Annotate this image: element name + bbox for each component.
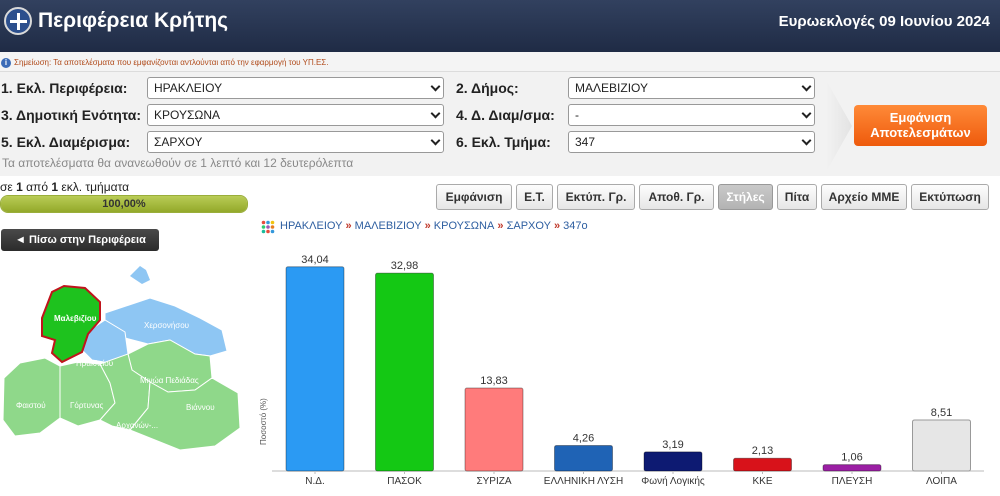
note-text: Σημείωση: Τα αποτελέσματα που εμφανίζοντ… — [14, 58, 329, 67]
category-label: ΛΟΙΠΑ — [926, 476, 957, 487]
greek-cross-emblem-icon — [4, 7, 32, 35]
view-button-6[interactable]: Πίτα — [777, 184, 817, 210]
map-label-heraklion: Ηρακλείου — [76, 359, 113, 368]
view-button-8[interactable]: Εκτύπωση — [911, 184, 989, 210]
category-label: ΕΛΛΗΝΙΚΗ ΛΥΣΗ — [544, 476, 623, 487]
chevron-down-icon — [801, 108, 812, 119]
progress-middle: από — [22, 180, 52, 194]
map-label-minoa: Μινώα Πεδιάδας — [140, 376, 199, 385]
progress-bar: 100,00% — [0, 195, 248, 213]
bar-2[interactable] — [375, 272, 434, 472]
municipality-select[interactable]: ΜΑΛΕΒΙΖΙΟΥ — [568, 77, 815, 99]
region-label: 1. Εκλ. Περιφέρεια: — [1, 80, 128, 96]
station-label: 6. Εκλ. Τμήμα: — [456, 134, 551, 150]
dots-grid-icon — [261, 220, 275, 234]
filter-panel: 1. Εκλ. Περιφέρεια: ΗΡΑΚΛΕΙΟΥ 2. Δήμος: … — [0, 72, 1000, 176]
progress-label: σε 1 από 1 εκλ. τμήματα — [0, 180, 129, 194]
breadcrumb-item[interactable]: ΗΡΑΚΛΕΙΟΥ — [280, 220, 342, 232]
breadcrumb-item[interactable]: 347ο — [563, 220, 587, 232]
district-label: 4. Δ. Διαμ/σμα: — [456, 107, 555, 123]
view-button-5[interactable]: Στήλες — [718, 184, 773, 210]
show-results-button[interactable]: Εμφάνιση Αποτελεσμάτων — [854, 105, 987, 146]
category-label: ΣΥΡΙΖΑ — [476, 476, 511, 487]
bar-6[interactable] — [733, 457, 792, 472]
view-button-4[interactable]: Αποθ. Γρ. — [639, 184, 714, 210]
map-label-viannos: Βιάννου — [186, 403, 215, 412]
progress-suffix: εκλ. τμήματα — [58, 180, 130, 194]
page-header: Περιφέρεια Κρήτης Ευρωεκλογές 09 Ιουνίου… — [0, 0, 1000, 52]
map-label-phaistos: Φαιστού — [16, 401, 46, 410]
refresh-countdown: Τα αποτελέσματα θα ανανεωθούν σε 1 λεπτό… — [2, 156, 354, 170]
chevron-down-icon — [801, 81, 812, 92]
map-label-gortyna: Γόρτυνας — [70, 401, 103, 410]
section-label: 5. Εκλ. Διαμέρισμα: — [1, 134, 131, 150]
bar-8[interactable] — [912, 419, 971, 472]
bar-7[interactable] — [822, 464, 882, 472]
municipality-select-value: ΜΑΛΕΒΙΖΙΟΥ — [575, 81, 648, 95]
view-button-2[interactable]: Ε.Τ. — [516, 184, 553, 210]
region-select[interactable]: ΗΡΑΚΛΕΙΟΥ — [147, 77, 444, 99]
breadcrumb-separator: » — [421, 220, 434, 232]
region-map: Μαλεβιζίου Χερσονήσου Ηρακλείου Μινώα Πε… — [2, 266, 241, 451]
progress-count: 1 — [16, 180, 23, 194]
station-select[interactable]: 347 — [568, 131, 815, 153]
bar-value-label: 1,06 — [841, 452, 862, 464]
breadcrumb-separator: » — [494, 220, 507, 232]
bar-4[interactable] — [554, 444, 613, 472]
chevron-down-icon — [430, 81, 441, 92]
map-label-archanes: Αρχανών-... — [116, 421, 158, 430]
progress-prefix: σε — [0, 180, 17, 194]
breadcrumb-separator: » — [342, 220, 355, 232]
bar-value-label: 4,26 — [573, 432, 594, 444]
district-select-value: - — [575, 108, 579, 122]
note-bar: i Σημείωση: Τα αποτελέσματα που εμφανίζο… — [0, 52, 1000, 72]
progress-percent: 100,00% — [102, 198, 146, 210]
view-button-3[interactable]: Εκτύπ. Γρ. — [557, 184, 635, 210]
district-select[interactable]: - — [568, 104, 815, 126]
bar-value-label: 13,83 — [480, 375, 508, 387]
category-label: ΚΚΕ — [752, 476, 772, 487]
breadcrumb-item[interactable]: ΣΑΡΧΟΥ — [507, 220, 551, 232]
section-select-value: ΣΑΡΧΟΥ — [154, 135, 203, 149]
election-title: Ευρωεκλογές 09 Ιουνίου 2024 — [778, 13, 990, 30]
bar-5[interactable] — [643, 451, 703, 472]
bar-1[interactable] — [285, 266, 345, 472]
bar-value-label: 32,98 — [391, 260, 419, 272]
unit-label: 3. Δημοτική Ενότητα: — [1, 107, 141, 123]
unit-select[interactable]: ΚΡΟΥΣΩΝΑ — [147, 104, 444, 126]
municipality-label: 2. Δήμος: — [456, 80, 519, 96]
category-label: ΠΑΣΟΚ — [387, 476, 422, 487]
breadcrumb-item[interactable]: ΜΑΛΕΒΙΖΙΟΥ — [355, 220, 422, 232]
y-axis-label: Ποσοστό (%) — [259, 398, 268, 445]
bar-value-label: 34,04 — [301, 254, 329, 266]
category-label: Ν.Δ. — [305, 476, 324, 487]
bar-value-label: 3,19 — [662, 439, 683, 451]
breadcrumb-separator: » — [550, 220, 564, 232]
breadcrumb-item[interactable]: ΚΡΟΥΣΩΝΑ — [434, 220, 495, 232]
map-area-island — [130, 266, 150, 284]
results-bar-chart: Ποσοστό (%) 34,04 Ν.Δ. 32,98 ΠΑΣΟΚ 13,83 ΣΥΡΙΖ… — [259, 254, 984, 487]
map-area-phaistos[interactable] — [2, 357, 61, 437]
arrow-decoration — [826, 80, 852, 172]
chevron-down-icon — [430, 108, 441, 119]
map-label-chersonisos: Χερσονήσου — [144, 321, 189, 330]
view-button-7[interactable]: Αρχείο ΜΜΕ — [821, 184, 907, 210]
category-label: ΠΛΕΥΣΗ — [832, 476, 873, 487]
section-select[interactable]: ΣΑΡΧΟΥ — [147, 131, 444, 153]
info-icon: i — [1, 58, 11, 68]
chevron-down-icon — [430, 135, 441, 146]
chevron-down-icon — [801, 135, 812, 146]
view-button-1[interactable]: Εμφάνιση — [436, 184, 512, 210]
bar-3[interactable] — [464, 387, 524, 472]
region-select-value: ΗΡΑΚΛΕΙΟΥ — [154, 81, 223, 95]
breadcrumb: ΗΡΑΚΛΕΙΟΥ » ΜΑΛΕΒΙΖΙΟΥ » ΚΡΟΥΣΩΝΑ » ΣΑΡΧ… — [280, 220, 588, 232]
bar-value-label: 8,51 — [931, 407, 952, 419]
station-select-value: 347 — [575, 135, 596, 149]
page-title: Περιφέρεια Κρήτης — [38, 9, 229, 32]
category-label: Φωνή Λογικής — [641, 475, 705, 487]
back-to-region-button[interactable]: ◄ Πίσω στην Περιφέρεια — [1, 229, 159, 251]
bar-value-label: 2,13 — [752, 445, 773, 457]
unit-select-value: ΚΡΟΥΣΩΝΑ — [154, 108, 221, 122]
map-label-selected: Μαλεβιζίου — [54, 314, 97, 323]
